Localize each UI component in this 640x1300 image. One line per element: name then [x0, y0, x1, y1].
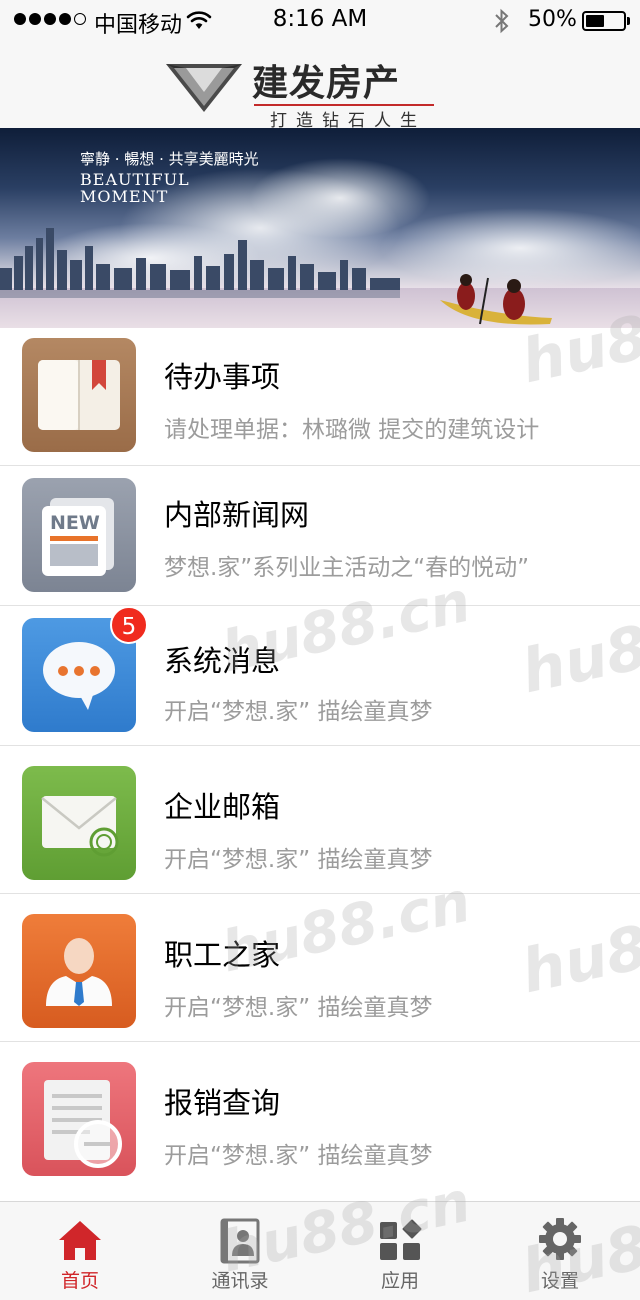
- banner-caption: 寧静 · 暢想 · 共享美麗時光: [80, 150, 259, 168]
- battery-percent: 50%: [528, 7, 577, 32]
- tab-label: 应用: [380, 1270, 419, 1292]
- banner-title: BEAUTIFUL MOMENT: [80, 170, 190, 206]
- app-header: 建发房产 打造钻石人生: [0, 40, 640, 131]
- unread-badge: 5: [110, 606, 148, 644]
- battery-fill: [586, 15, 604, 27]
- item-title: 待办事项: [164, 360, 281, 394]
- promo-banner[interactable]: 寧静 · 暢想 · 共享美麗時光 BEAUTIFUL MOMENT: [0, 128, 640, 328]
- company-logo: 建发房产 打造钻石人生: [164, 50, 454, 131]
- tab-label: 设置: [540, 1270, 579, 1292]
- list-item-messages[interactable]: 5 系统消息 开启“梦想.家” 描绘童真梦: [0, 606, 640, 746]
- diamond-icon: [166, 64, 242, 112]
- company-name: 建发房产: [252, 62, 401, 104]
- item-title: 内部新闻网: [164, 498, 310, 532]
- book-icon: [22, 338, 136, 452]
- feature-list: 待办事项 请处理单据：林璐微 提交的建筑设计 NEW 内部新闻网 梦想.家”系列…: [0, 328, 640, 1202]
- tab-home[interactable]: 首页: [0, 1202, 160, 1300]
- item-subtitle: 开启“梦想.家” 描绘童真梦: [164, 995, 433, 1021]
- tab-settings[interactable]: 设置: [480, 1202, 640, 1300]
- document-search-icon: [22, 1062, 136, 1176]
- list-item-expense[interactable]: 报销查询 开启“梦想.家” 描绘童真梦: [0, 1042, 640, 1202]
- list-item-news[interactable]: NEW 内部新闻网 梦想.家”系列业主活动之“春的悦动”: [0, 466, 640, 606]
- bluetooth-icon: [494, 8, 510, 40]
- tab-label: 首页: [60, 1270, 99, 1292]
- person-icon: [22, 914, 136, 1028]
- item-title: 系统消息: [164, 644, 281, 678]
- home-icon: [56, 1218, 104, 1266]
- newspaper-icon: NEW: [22, 478, 136, 592]
- contacts-icon: [218, 1218, 262, 1268]
- battery-nub: [627, 17, 630, 25]
- item-subtitle: 开启“梦想.家” 描绘童真梦: [164, 847, 433, 873]
- list-item-mail[interactable]: 企业邮箱 开启“梦想.家” 描绘童真梦: [0, 746, 640, 894]
- item-subtitle: 开启“梦想.家” 描绘童真梦: [164, 1143, 433, 1169]
- item-subtitle: 梦想.家”系列业主活动之“春的悦动”: [164, 555, 530, 581]
- item-subtitle: 请处理单据：林璐微 提交的建筑设计: [164, 417, 540, 443]
- list-item-staff-home[interactable]: 职工之家 开启“梦想.家” 描绘童真梦: [0, 894, 640, 1042]
- list-item-todo[interactable]: 待办事项 请处理单据：林璐微 提交的建筑设计: [0, 328, 640, 466]
- gear-icon: [537, 1216, 583, 1266]
- item-subtitle: 开启“梦想.家” 描绘童真梦: [164, 699, 433, 725]
- tab-label: 通讯录: [211, 1270, 269, 1292]
- apps-icon: [378, 1218, 422, 1266]
- battery-icon: [582, 11, 626, 31]
- news-icon-label: NEW: [50, 512, 100, 534]
- item-title: 报销查询: [164, 1086, 281, 1120]
- bottom-tab-bar: 首页 通讯录 应用 设置: [0, 1201, 640, 1300]
- envelope-icon: [22, 766, 136, 880]
- item-title: 企业邮箱: [164, 790, 281, 824]
- tab-apps[interactable]: 应用: [320, 1202, 480, 1300]
- chat-bubble-icon: 5: [22, 606, 148, 732]
- status-bar: 中国移动 8:16 AM 50%: [0, 0, 640, 40]
- item-title: 职工之家: [164, 938, 281, 972]
- tab-contacts[interactable]: 通讯录: [160, 1202, 320, 1300]
